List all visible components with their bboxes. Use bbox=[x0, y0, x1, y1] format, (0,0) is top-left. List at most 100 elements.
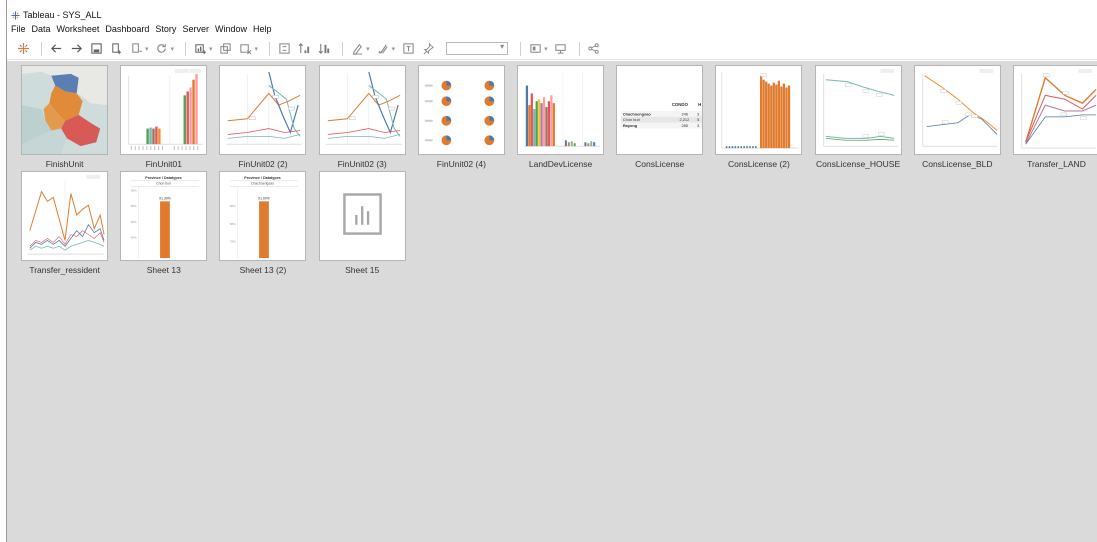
toolbar-separator bbox=[342, 41, 344, 56]
menu-file[interactable]: File bbox=[11, 24, 26, 34]
menu-dashboard[interactable]: Dashboard bbox=[105, 24, 149, 34]
thumb-chart-subtitle: Chachoengsao bbox=[252, 182, 275, 186]
line-chart-thumbnail bbox=[922, 68, 998, 147]
clear-dropdown-icon[interactable]: ▾ bbox=[255, 45, 259, 53]
sheet-card[interactable]: CONDO H Chachoengsao 246 3 Chon buri 2,2… bbox=[610, 65, 709, 171]
menu-server[interactable]: Server bbox=[182, 24, 209, 34]
line-chart-thumbnail bbox=[1021, 68, 1097, 149]
sheet-thumbnail[interactable] bbox=[21, 65, 109, 155]
table-row-value2: 3 bbox=[697, 111, 699, 116]
sheet-card[interactable]: Sheet 15 bbox=[313, 171, 412, 277]
sheet-thumbnail[interactable]: CONDO H Chachoengsao 246 3 Chon buri 2,2… bbox=[616, 65, 704, 155]
line-chart-thumbnail bbox=[823, 68, 898, 147]
group-icon[interactable] bbox=[375, 41, 391, 57]
sheet-name: LandDevLicense bbox=[528, 159, 593, 169]
sort-descending-icon[interactable] bbox=[316, 41, 332, 57]
sheet-card[interactable]: FinUnit02 (2) bbox=[213, 65, 312, 171]
tableau-logo-icon[interactable] bbox=[15, 41, 31, 57]
new-datasource-icon[interactable] bbox=[108, 41, 124, 57]
highlight-icon[interactable] bbox=[349, 41, 365, 57]
bar-chart-thumbnail bbox=[523, 71, 601, 147]
duplicate-icon[interactable] bbox=[218, 41, 234, 57]
sheet-thumbnail[interactable] bbox=[21, 171, 109, 261]
sheet-thumbnail[interactable] bbox=[517, 65, 605, 155]
pin-icon[interactable] bbox=[420, 41, 436, 57]
sheet-card[interactable]: ConsLicense_BLD bbox=[908, 65, 1007, 171]
show-labels-icon[interactable] bbox=[400, 41, 416, 57]
refresh-dropdown-icon[interactable]: ▾ bbox=[171, 45, 175, 53]
sheet-card[interactable]: FinUnit02 (4) bbox=[412, 65, 511, 171]
sheet-thumbnail[interactable]: Province / Datatypes Chon buri 95% 80% 60%… bbox=[120, 171, 208, 261]
menu-data[interactable]: Data bbox=[32, 24, 51, 34]
menu-help[interactable]: Help bbox=[253, 24, 272, 34]
new-worksheet-icon[interactable] bbox=[192, 41, 208, 57]
new-worksheet-dropdown-icon[interactable]: ▾ bbox=[209, 45, 213, 53]
sheet-thumbnail[interactable] bbox=[913, 65, 1001, 155]
bar-value-label: 91.00% bbox=[259, 196, 271, 200]
menu-window[interactable]: Window bbox=[215, 24, 247, 34]
sheet-thumbnail[interactable] bbox=[1012, 65, 1097, 155]
sheet-card[interactable]: FinUnit02 (3) bbox=[313, 65, 412, 171]
presentation-icon[interactable] bbox=[553, 41, 569, 57]
pie-chart-thumbnail bbox=[424, 80, 495, 146]
tableau-app-icon bbox=[11, 10, 20, 20]
sheet-thumbnail[interactable]: Province / Datatypes Chachoengsao 90% 80%… bbox=[219, 171, 307, 261]
sheet-name: ConsLicense_BLD bbox=[922, 159, 993, 169]
menu-story[interactable]: Story bbox=[155, 24, 176, 34]
undo-icon[interactable] bbox=[48, 41, 64, 57]
table-row-value: 2,212 bbox=[680, 117, 690, 122]
show-cards-dropdown-icon[interactable]: ▾ bbox=[544, 45, 548, 53]
table-row-name: Rayong bbox=[623, 123, 638, 128]
tableau-window: Tableau - SYS_ALL File Data Worksheet Da… bbox=[6, 0, 1097, 542]
pause-dropdown-icon[interactable]: ▾ bbox=[145, 45, 149, 53]
sheet-thumbnail[interactable] bbox=[219, 65, 307, 155]
table-row-name: Chachoengsao bbox=[623, 111, 652, 116]
sort-ascending-icon[interactable] bbox=[296, 41, 312, 57]
sheet-name: ConsLicense bbox=[635, 159, 685, 169]
sheet-thumbnail[interactable] bbox=[715, 65, 803, 155]
save-icon[interactable] bbox=[88, 41, 104, 57]
toolbar-separator bbox=[578, 41, 580, 56]
sheet-name: ConsLicense (2) bbox=[727, 159, 790, 169]
menu-worksheet[interactable]: Worksheet bbox=[57, 24, 100, 34]
table-row-value: 285 bbox=[682, 123, 689, 128]
sheet-card[interactable]: ConsLicense_HOUSE bbox=[809, 65, 908, 171]
group-dropdown-icon[interactable]: ▾ bbox=[392, 45, 396, 53]
title-bar: Tableau - SYS_ALL bbox=[7, 9, 1097, 21]
table-row-value2: 5 bbox=[697, 117, 699, 122]
sheet-thumbnail[interactable] bbox=[318, 171, 406, 261]
toolbar-separator bbox=[185, 41, 187, 56]
pause-updates-icon[interactable] bbox=[128, 41, 144, 57]
svg-text:90%: 90% bbox=[230, 204, 236, 208]
sheet-card[interactable]: Transfer_ressident bbox=[15, 171, 114, 277]
sheet-card[interactable]: FinUnit01 bbox=[114, 65, 213, 171]
sheet-grid: FinishUnit FinUnit01 FinUnit02 (2) FinUn… bbox=[15, 65, 1097, 277]
sheet-card[interactable]: Province / Datatypes Chachoengsao 90% 80%… bbox=[213, 171, 312, 277]
sheet-name: FinUnit02 (2) bbox=[238, 159, 288, 169]
svg-text:40%: 40% bbox=[131, 235, 137, 239]
clear-sheet-icon[interactable] bbox=[238, 41, 254, 57]
sheet-thumbnail[interactable] bbox=[318, 65, 406, 155]
fit-dropdown[interactable] bbox=[446, 42, 509, 55]
sheet-card[interactable]: Transfer_LAND bbox=[1007, 65, 1097, 171]
sheet-card[interactable]: LandDevLicense bbox=[511, 65, 610, 171]
share-icon[interactable] bbox=[586, 41, 602, 57]
refresh-icon[interactable] bbox=[154, 41, 170, 57]
table-header-condo: CONDO bbox=[672, 102, 689, 107]
sheet-thumbnail[interactable] bbox=[120, 65, 208, 155]
sheet-name: Transfer_LAND bbox=[1027, 159, 1086, 169]
sheet-thumbnail[interactable] bbox=[814, 65, 902, 155]
redo-icon[interactable] bbox=[68, 41, 84, 57]
sheet-card[interactable]: ConsLicense (2) bbox=[709, 65, 808, 171]
bar-chart-thumbnail: Province / Datatypes Chachoengsao 90% 80%… bbox=[230, 176, 299, 259]
table-header-h: H bbox=[698, 102, 701, 107]
sheet-card[interactable]: Province / Datatypes Chon buri 95% 80% 60%… bbox=[114, 171, 213, 277]
highlight-dropdown-icon[interactable]: ▾ bbox=[366, 45, 370, 53]
sheet-name: FinUnit02 (3) bbox=[337, 159, 387, 169]
show-cards-icon[interactable] bbox=[527, 41, 543, 57]
sheet-card[interactable]: FinishUnit bbox=[15, 65, 114, 171]
bar-value-label: 91.39% bbox=[159, 196, 171, 200]
swap-icon[interactable] bbox=[276, 41, 292, 57]
sheet-thumbnail[interactable] bbox=[417, 65, 505, 155]
svg-text:95%: 95% bbox=[131, 189, 137, 193]
